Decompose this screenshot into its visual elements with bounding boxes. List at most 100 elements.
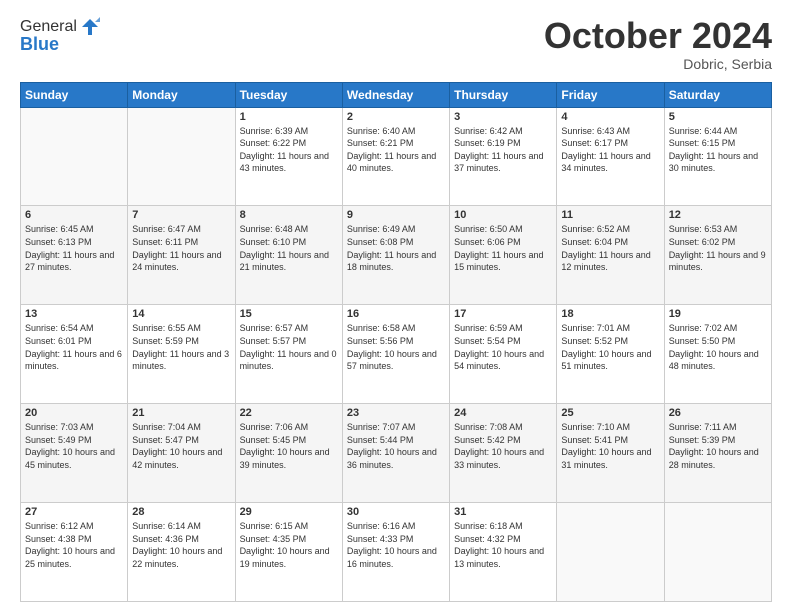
day-info: Sunrise: 7:11 AM Sunset: 5:39 PM Dayligh… — [669, 421, 767, 471]
day-number: 3 — [454, 111, 552, 123]
day-number: 30 — [347, 506, 445, 518]
day-number: 19 — [669, 308, 767, 320]
day-number: 13 — [25, 308, 123, 320]
title-block: October 2024 Dobric, Serbia — [544, 16, 772, 72]
day-info: Sunrise: 6:49 AM Sunset: 6:08 PM Dayligh… — [347, 223, 445, 273]
table-row: 21Sunrise: 7:04 AM Sunset: 5:47 PM Dayli… — [128, 404, 235, 503]
day-number: 27 — [25, 506, 123, 518]
calendar-week-row: 1 Sunrise: 6:39 AM Sunset: 6:22 PM Daylig… — [21, 107, 772, 206]
day-number: 25 — [561, 407, 659, 419]
table-row: 9 Sunrise: 6:49 AM Sunset: 6:08 PM Daylig… — [342, 206, 449, 305]
day-number: 23 — [347, 407, 445, 419]
day-info: Sunrise: 6:47 AM Sunset: 6:11 PM Dayligh… — [132, 223, 230, 273]
table-row: 22Sunrise: 7:06 AM Sunset: 5:45 PM Dayli… — [235, 404, 342, 503]
day-number: 4 — [561, 111, 659, 123]
day-number: 6 — [25, 209, 123, 221]
day-info: Sunrise: 6:40 AM Sunset: 6:21 PM Dayligh… — [347, 125, 445, 175]
day-info: Sunrise: 6:57 AM Sunset: 5:57 PM Dayligh… — [240, 322, 338, 372]
header-thursday: Thursday — [450, 82, 557, 107]
day-info: Sunrise: 7:07 AM Sunset: 5:44 PM Dayligh… — [347, 421, 445, 471]
table-row: 6 Sunrise: 6:45 AM Sunset: 6:13 PM Daylig… — [21, 206, 128, 305]
day-number: 11 — [561, 209, 659, 221]
calendar-week-row: 20Sunrise: 7:03 AM Sunset: 5:49 PM Dayli… — [21, 404, 772, 503]
day-number: 7 — [132, 209, 230, 221]
header-tuesday: Tuesday — [235, 82, 342, 107]
day-number: 31 — [454, 506, 552, 518]
day-info: Sunrise: 7:03 AM Sunset: 5:49 PM Dayligh… — [25, 421, 123, 471]
day-info: Sunrise: 6:48 AM Sunset: 6:10 PM Dayligh… — [240, 223, 338, 273]
header-sunday: Sunday — [21, 82, 128, 107]
table-row — [128, 107, 235, 206]
header-saturday: Saturday — [664, 82, 771, 107]
day-header-row: Sunday Monday Tuesday Wednesday Thursday… — [21, 82, 772, 107]
day-info: Sunrise: 7:02 AM Sunset: 5:50 PM Dayligh… — [669, 322, 767, 372]
table-row: 31Sunrise: 6:18 AM Sunset: 4:32 PM Dayli… — [450, 503, 557, 602]
day-number: 2 — [347, 111, 445, 123]
day-info: Sunrise: 6:15 AM Sunset: 4:35 PM Dayligh… — [240, 520, 338, 570]
table-row: 3 Sunrise: 6:42 AM Sunset: 6:19 PM Daylig… — [450, 107, 557, 206]
day-info: Sunrise: 7:08 AM Sunset: 5:42 PM Dayligh… — [454, 421, 552, 471]
month-title: October 2024 — [544, 16, 772, 56]
calendar-week-row: 13 Sunrise: 6:54 AM Sunset: 6:01 PM Dayli… — [21, 305, 772, 404]
day-info: Sunrise: 6:16 AM Sunset: 4:33 PM Dayligh… — [347, 520, 445, 570]
day-number: 26 — [669, 407, 767, 419]
day-info: Sunrise: 6:54 AM Sunset: 6:01 PM Dayligh… — [25, 322, 123, 372]
table-row: 17Sunrise: 6:59 AM Sunset: 5:54 PM Dayli… — [450, 305, 557, 404]
day-info: Sunrise: 6:55 AM Sunset: 5:59 PM Dayligh… — [132, 322, 230, 372]
day-info: Sunrise: 6:42 AM Sunset: 6:19 PM Dayligh… — [454, 125, 552, 175]
day-number: 22 — [240, 407, 338, 419]
day-number: 17 — [454, 308, 552, 320]
day-info: Sunrise: 6:52 AM Sunset: 6:04 PM Dayligh… — [561, 223, 659, 273]
day-info: Sunrise: 6:53 AM Sunset: 6:02 PM Dayligh… — [669, 223, 767, 273]
day-number: 28 — [132, 506, 230, 518]
table-row — [557, 503, 664, 602]
day-number: 21 — [132, 407, 230, 419]
logo-icon — [79, 16, 101, 38]
day-number: 10 — [454, 209, 552, 221]
day-number: 9 — [347, 209, 445, 221]
day-number: 24 — [454, 407, 552, 419]
table-row: 28Sunrise: 6:14 AM Sunset: 4:36 PM Dayli… — [128, 503, 235, 602]
calendar: Sunday Monday Tuesday Wednesday Thursday… — [20, 82, 772, 602]
day-number: 14 — [132, 308, 230, 320]
header-wednesday: Wednesday — [342, 82, 449, 107]
header-friday: Friday — [557, 82, 664, 107]
table-row: 10 Sunrise: 6:50 AM Sunset: 6:06 PM Dayli… — [450, 206, 557, 305]
table-row: 30 Sunrise: 6:16 AM Sunset: 4:33 PM Dayli… — [342, 503, 449, 602]
table-row: 27Sunrise: 6:12 AM Sunset: 4:38 PM Dayli… — [21, 503, 128, 602]
header-monday: Monday — [128, 82, 235, 107]
calendar-week-row: 27Sunrise: 6:12 AM Sunset: 4:38 PM Dayli… — [21, 503, 772, 602]
table-row: 20Sunrise: 7:03 AM Sunset: 5:49 PM Dayli… — [21, 404, 128, 503]
table-row: 29 Sunrise: 6:15 AM Sunset: 4:35 PM Dayli… — [235, 503, 342, 602]
day-info: Sunrise: 6:43 AM Sunset: 6:17 PM Dayligh… — [561, 125, 659, 175]
page: General Blue October 2024 Dobric, Serbia… — [0, 0, 792, 612]
day-number: 29 — [240, 506, 338, 518]
day-number: 16 — [347, 308, 445, 320]
day-number: 5 — [669, 111, 767, 123]
table-row: 25Sunrise: 7:10 AM Sunset: 5:41 PM Dayli… — [557, 404, 664, 503]
day-info: Sunrise: 6:58 AM Sunset: 5:56 PM Dayligh… — [347, 322, 445, 372]
day-info: Sunrise: 6:39 AM Sunset: 6:22 PM Dayligh… — [240, 125, 338, 175]
day-number: 1 — [240, 111, 338, 123]
day-number: 18 — [561, 308, 659, 320]
location: Dobric, Serbia — [544, 56, 772, 72]
table-row: 19 Sunrise: 7:02 AM Sunset: 5:50 PM Dayli… — [664, 305, 771, 404]
table-row: 16 Sunrise: 6:58 AM Sunset: 5:56 PM Dayli… — [342, 305, 449, 404]
day-number: 8 — [240, 209, 338, 221]
table-row: 26 Sunrise: 7:11 AM Sunset: 5:39 PM Dayli… — [664, 404, 771, 503]
table-row — [21, 107, 128, 206]
table-row: 11 Sunrise: 6:52 AM Sunset: 6:04 PM Dayli… — [557, 206, 664, 305]
day-number: 15 — [240, 308, 338, 320]
header: General Blue October 2024 Dobric, Serbia — [20, 16, 772, 72]
table-row: 14 Sunrise: 6:55 AM Sunset: 5:59 PM Dayli… — [128, 305, 235, 404]
table-row: 15 Sunrise: 6:57 AM Sunset: 5:57 PM Dayli… — [235, 305, 342, 404]
day-info: Sunrise: 6:50 AM Sunset: 6:06 PM Dayligh… — [454, 223, 552, 273]
table-row — [664, 503, 771, 602]
table-row: 18Sunrise: 7:01 AM Sunset: 5:52 PM Dayli… — [557, 305, 664, 404]
day-info: Sunrise: 6:44 AM Sunset: 6:15 PM Dayligh… — [669, 125, 767, 175]
table-row: 13 Sunrise: 6:54 AM Sunset: 6:01 PM Dayli… — [21, 305, 128, 404]
table-row: 7 Sunrise: 6:47 AM Sunset: 6:11 PM Daylig… — [128, 206, 235, 305]
day-info: Sunrise: 6:45 AM Sunset: 6:13 PM Dayligh… — [25, 223, 123, 273]
table-row: 24 Sunrise: 7:08 AM Sunset: 5:42 PM Dayli… — [450, 404, 557, 503]
table-row: 5 Sunrise: 6:44 AM Sunset: 6:15 PM Daylig… — [664, 107, 771, 206]
